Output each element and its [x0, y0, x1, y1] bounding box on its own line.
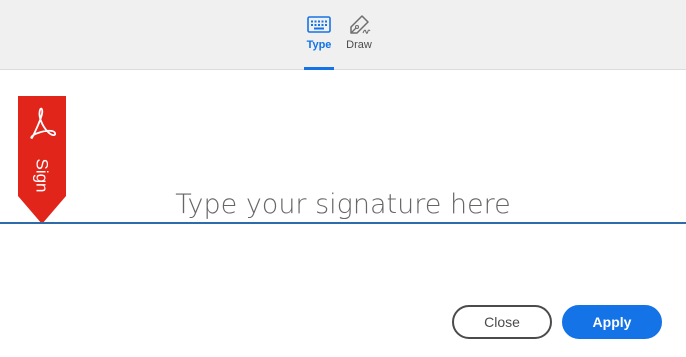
- tab-type-label: Type: [306, 39, 332, 51]
- tab-type[interactable]: Type: [304, 14, 334, 70]
- tab-draw[interactable]: Draw: [342, 14, 376, 70]
- tab-draw-label: Draw: [346, 39, 372, 51]
- close-button[interactable]: Close: [452, 305, 552, 339]
- signature-input[interactable]: [0, 186, 686, 224]
- selected-tab-indicator: [304, 67, 334, 70]
- keyboard-icon: [307, 16, 331, 33]
- signature-mode-toolbar: Type Draw: [0, 0, 686, 70]
- apply-button[interactable]: Apply: [562, 305, 662, 339]
- pen-icon: [350, 15, 371, 34]
